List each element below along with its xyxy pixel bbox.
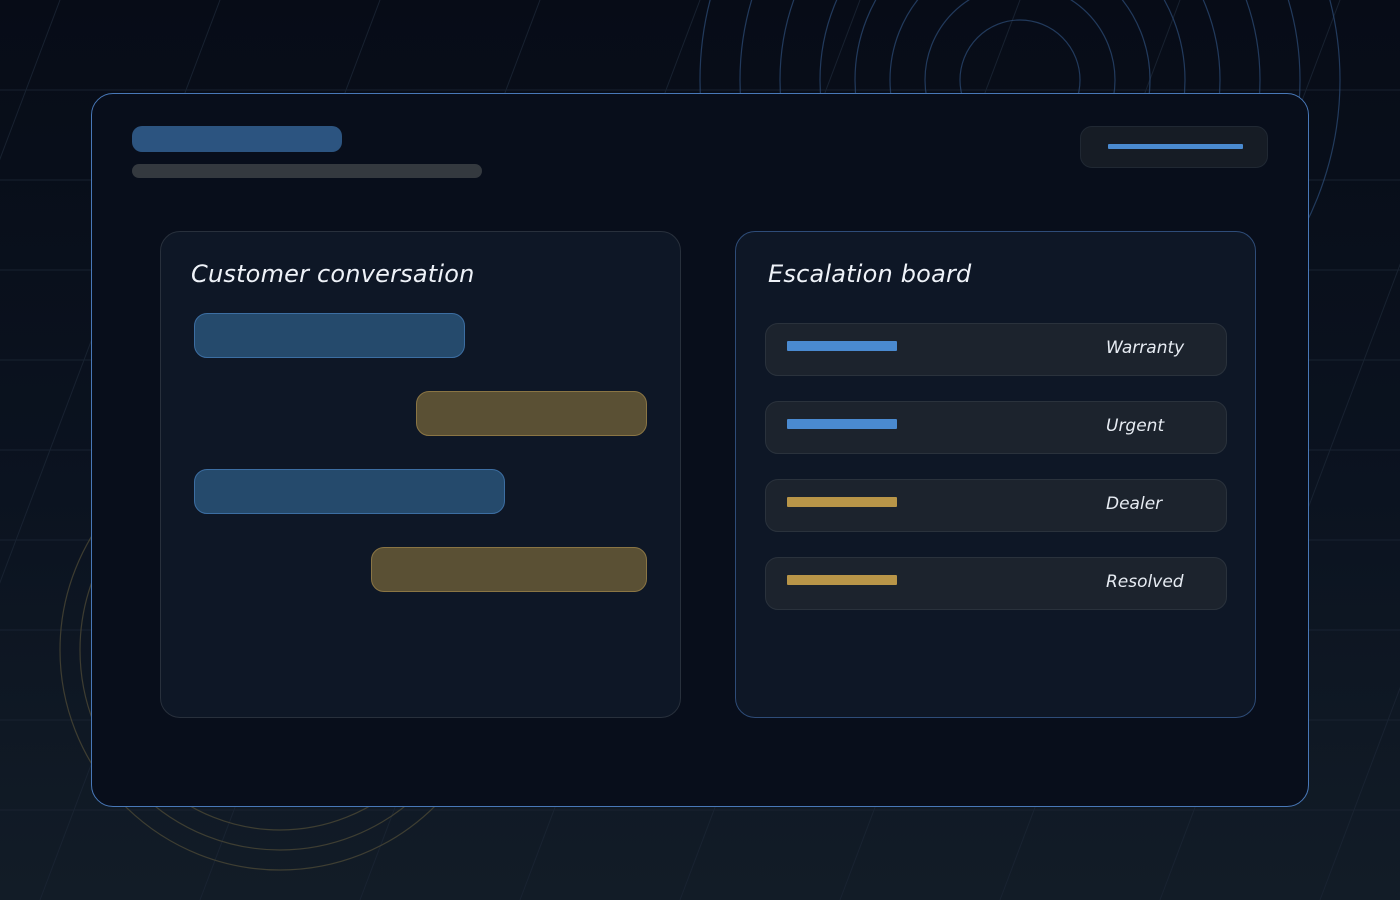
escalation-status-bar [787,341,897,351]
escalation-item-urgent[interactable]: Urgent [765,401,1227,454]
escalation-title: Escalation board [768,260,972,288]
agent-message-bubble [194,469,505,514]
header-action-indicator [1108,144,1243,149]
conversation-title: Customer conversation [191,260,475,288]
header-subtitle-placeholder [132,164,482,178]
agent-message-bubble [194,313,465,358]
main-window: Customer conversation Escalation board W… [91,93,1309,807]
escalation-item-resolved[interactable]: Resolved [765,557,1227,610]
escalation-item-label: Urgent [1106,416,1165,436]
escalation-board-panel: Escalation board Warranty Urgent Dealer … [735,231,1256,718]
customer-message-bubble [371,547,647,592]
customer-message-bubble [416,391,647,436]
customer-conversation-panel: Customer conversation [160,231,681,718]
escalation-item-label: Dealer [1106,494,1163,514]
escalation-item-dealer[interactable]: Dealer [765,479,1227,532]
escalation-item-warranty[interactable]: Warranty [765,323,1227,376]
escalation-item-label: Resolved [1106,572,1184,592]
escalation-status-bar [787,497,897,507]
escalation-item-label: Warranty [1106,338,1185,358]
header-action-button[interactable] [1080,126,1268,168]
header-title-placeholder [132,126,342,152]
escalation-status-bar [787,419,897,429]
escalation-status-bar [787,575,897,585]
